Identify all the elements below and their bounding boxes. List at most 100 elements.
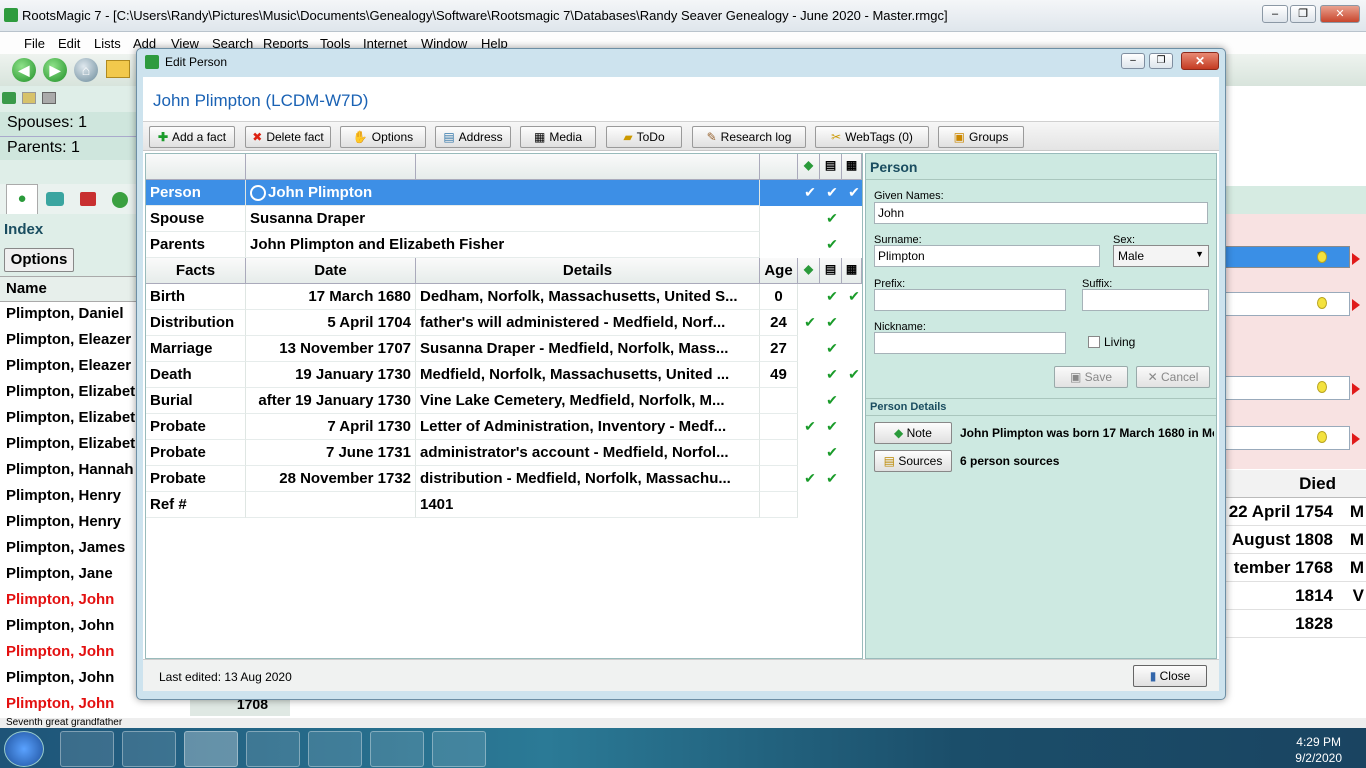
taskbar-explorer-icon[interactable] — [60, 731, 114, 767]
sources-tab-icon[interactable] — [80, 192, 96, 206]
groups-button[interactable]: ▣ Groups — [938, 126, 1024, 148]
fact-age-cell[interactable] — [760, 492, 798, 518]
fact-age-cell[interactable]: 49 — [760, 362, 798, 388]
fact-date-cell[interactable]: 17 March 1680 — [246, 284, 416, 310]
cancel-button[interactable]: ✕ Cancel — [1136, 366, 1210, 388]
nickname-field[interactable] — [874, 332, 1066, 354]
save-button[interactable]: ▣ Save — [1054, 366, 1128, 388]
fact-details-cell[interactable]: administrator's account - Medfield, Norf… — [416, 440, 760, 466]
age-column-header[interactable]: Age — [760, 258, 798, 284]
options-button[interactable]: Options — [4, 248, 74, 272]
media-button[interactable]: ▦ Media — [520, 126, 596, 148]
name-list-item[interactable]: Plimpton, Elizabeth — [0, 380, 136, 406]
options-button[interactable]: ✋ Options — [340, 126, 426, 148]
forward-icon[interactable]: ▶ — [43, 58, 67, 82]
fact-details-cell[interactable]: father's will administered - Medfield, N… — [416, 310, 760, 336]
name-list-item[interactable]: Plimpton, Daniel — [0, 302, 136, 328]
fact-date-cell[interactable]: 13 November 1707 — [246, 336, 416, 362]
expand-arrow-icon[interactable] — [1352, 253, 1360, 265]
name-list-item[interactable]: Plimpton, John — [0, 692, 136, 718]
todo-button[interactable]: ▰ ToDo — [606, 126, 682, 148]
name-list-item[interactable]: Plimpton, Hannah — [0, 458, 136, 484]
start-button[interactable] — [4, 731, 44, 767]
home-icon[interactable]: ⌂ — [74, 58, 98, 82]
system-clock[interactable]: 4:29 PM 9/2/2020 — [1295, 734, 1342, 766]
families-tab-icon[interactable] — [46, 192, 64, 206]
folder-icon[interactable] — [106, 60, 130, 78]
pedigree-box[interactable] — [1218, 426, 1350, 450]
webtags-button[interactable]: ✂ WebTags (0) — [815, 126, 929, 148]
pedigree-box-selected[interactable] — [1218, 246, 1350, 268]
fact-details-cell[interactable]: Medfield, Norfolk, Massachusetts, United… — [416, 362, 760, 388]
fact-details-cell[interactable]: Letter of Administration, Inventory - Me… — [416, 414, 760, 440]
parents-count[interactable]: Parents: 1 — [0, 136, 136, 160]
expand-arrow-icon[interactable] — [1352, 433, 1360, 445]
fact-age-cell[interactable]: 27 — [760, 336, 798, 362]
pedigree-box[interactable] — [1218, 376, 1350, 400]
summary-row-label[interactable]: Parents — [146, 232, 246, 258]
index-tab-icon[interactable]: ● — [6, 184, 38, 214]
name-list-item[interactable]: Plimpton, Elizabeth — [0, 406, 136, 432]
name-list-item[interactable]: Plimpton, John — [0, 640, 136, 666]
taskbar-webcam-icon[interactable] — [370, 731, 424, 767]
fact-age-cell[interactable]: 24 — [760, 310, 798, 336]
sex-select[interactable]: Male ▼ — [1113, 245, 1209, 267]
fact-age-cell[interactable] — [760, 388, 798, 414]
taskbar-snipping-icon[interactable] — [122, 731, 176, 767]
delete-fact-button[interactable]: ✖ Delete fact — [245, 126, 331, 148]
fact-date-cell[interactable] — [246, 492, 416, 518]
add-fact-button[interactable]: ✚ Add a fact — [149, 126, 235, 148]
fact-age-cell[interactable]: 0 — [760, 284, 798, 310]
back-icon[interactable]: ◀ — [12, 58, 36, 82]
dialog-close-button[interactable]: ✕ — [1181, 52, 1219, 70]
name-list-item[interactable]: Plimpton, Eleazer — [0, 354, 136, 380]
media-icon[interactable] — [42, 92, 56, 104]
close-button[interactable]: ✕ — [1320, 5, 1360, 23]
menu-file[interactable]: File — [24, 36, 45, 51]
fact-type-cell[interactable]: Death — [146, 362, 246, 388]
name-list-item[interactable]: Plimpton, Elizabeth — [0, 432, 136, 458]
fact-type-cell[interactable]: Probate — [146, 414, 246, 440]
date-column-header[interactable]: Date — [246, 258, 416, 284]
fact-date-cell[interactable]: 5 April 1704 — [246, 310, 416, 336]
dialog-minimize-button[interactable]: – — [1121, 53, 1145, 69]
summary-row-label[interactable]: Person — [146, 180, 246, 206]
fact-type-cell[interactable]: Birth — [146, 284, 246, 310]
dialog-maximize-button[interactable]: ❐ — [1149, 53, 1173, 69]
name-list-item[interactable]: Plimpton, John — [0, 588, 136, 614]
note-button[interactable]: ◆ Note — [874, 422, 952, 444]
close-dialog-button[interactable]: ▮ Close — [1133, 665, 1207, 687]
places-tab-icon[interactable] — [112, 192, 128, 208]
fact-type-cell[interactable]: Burial — [146, 388, 246, 414]
died-column-header[interactable]: Died — [1218, 470, 1366, 498]
surname-field[interactable]: Plimpton — [874, 245, 1100, 267]
menu-edit[interactable]: Edit — [58, 36, 80, 51]
name-list-item[interactable]: Plimpton, Jane — [0, 562, 136, 588]
summary-row-value[interactable]: Susanna Draper — [246, 206, 760, 232]
pedigree-box[interactable] — [1218, 292, 1350, 316]
fact-type-cell[interactable]: Probate — [146, 466, 246, 492]
fact-details-cell[interactable]: distribution - Medfield, Norfolk, Massac… — [416, 466, 760, 492]
name-list-item[interactable]: Plimpton, Henry — [0, 484, 136, 510]
spouses-count[interactable]: Spouses: 1 — [0, 112, 136, 136]
fact-type-cell[interactable]: Distribution — [146, 310, 246, 336]
fact-details-cell[interactable]: Dedham, Norfolk, Massachusetts, United S… — [416, 284, 760, 310]
died-row[interactable]: August 1808 M — [1218, 526, 1366, 554]
taskbar-console-icon[interactable] — [308, 731, 362, 767]
minimize-button[interactable]: – — [1262, 5, 1288, 23]
suffix-field[interactable] — [1082, 289, 1209, 311]
maximize-button[interactable]: ❐ — [1290, 5, 1316, 23]
summary-row-label[interactable]: Spouse — [146, 206, 246, 232]
fact-details-cell[interactable]: 1401 — [416, 492, 760, 518]
fact-age-cell[interactable] — [760, 466, 798, 492]
taskbar-rootsmagic-icon[interactable] — [184, 731, 238, 767]
research-log-button[interactable]: ✎ Research log — [692, 126, 806, 148]
fact-date-cell[interactable]: after 19 January 1730 — [246, 388, 416, 414]
living-checkbox[interactable] — [1088, 336, 1100, 348]
tree-icon[interactable] — [2, 92, 16, 104]
fact-date-cell[interactable]: 28 November 1732 — [246, 466, 416, 492]
fact-age-cell[interactable] — [760, 414, 798, 440]
fact-details-cell[interactable]: Vine Lake Cemetery, Medfield, Norfolk, M… — [416, 388, 760, 414]
summary-row-value[interactable]: John Plimpton and Elizabeth Fisher — [246, 232, 760, 258]
name-list-item[interactable]: Plimpton, Henry — [0, 510, 136, 536]
